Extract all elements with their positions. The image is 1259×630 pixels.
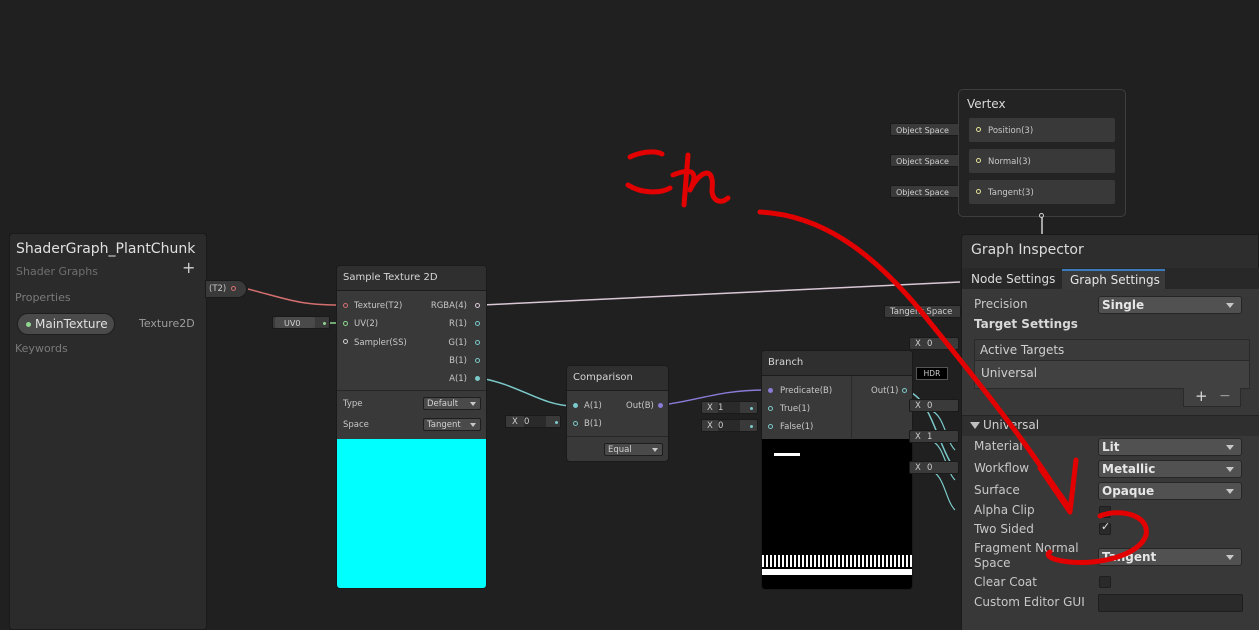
red-annotation xyxy=(625,149,1149,566)
